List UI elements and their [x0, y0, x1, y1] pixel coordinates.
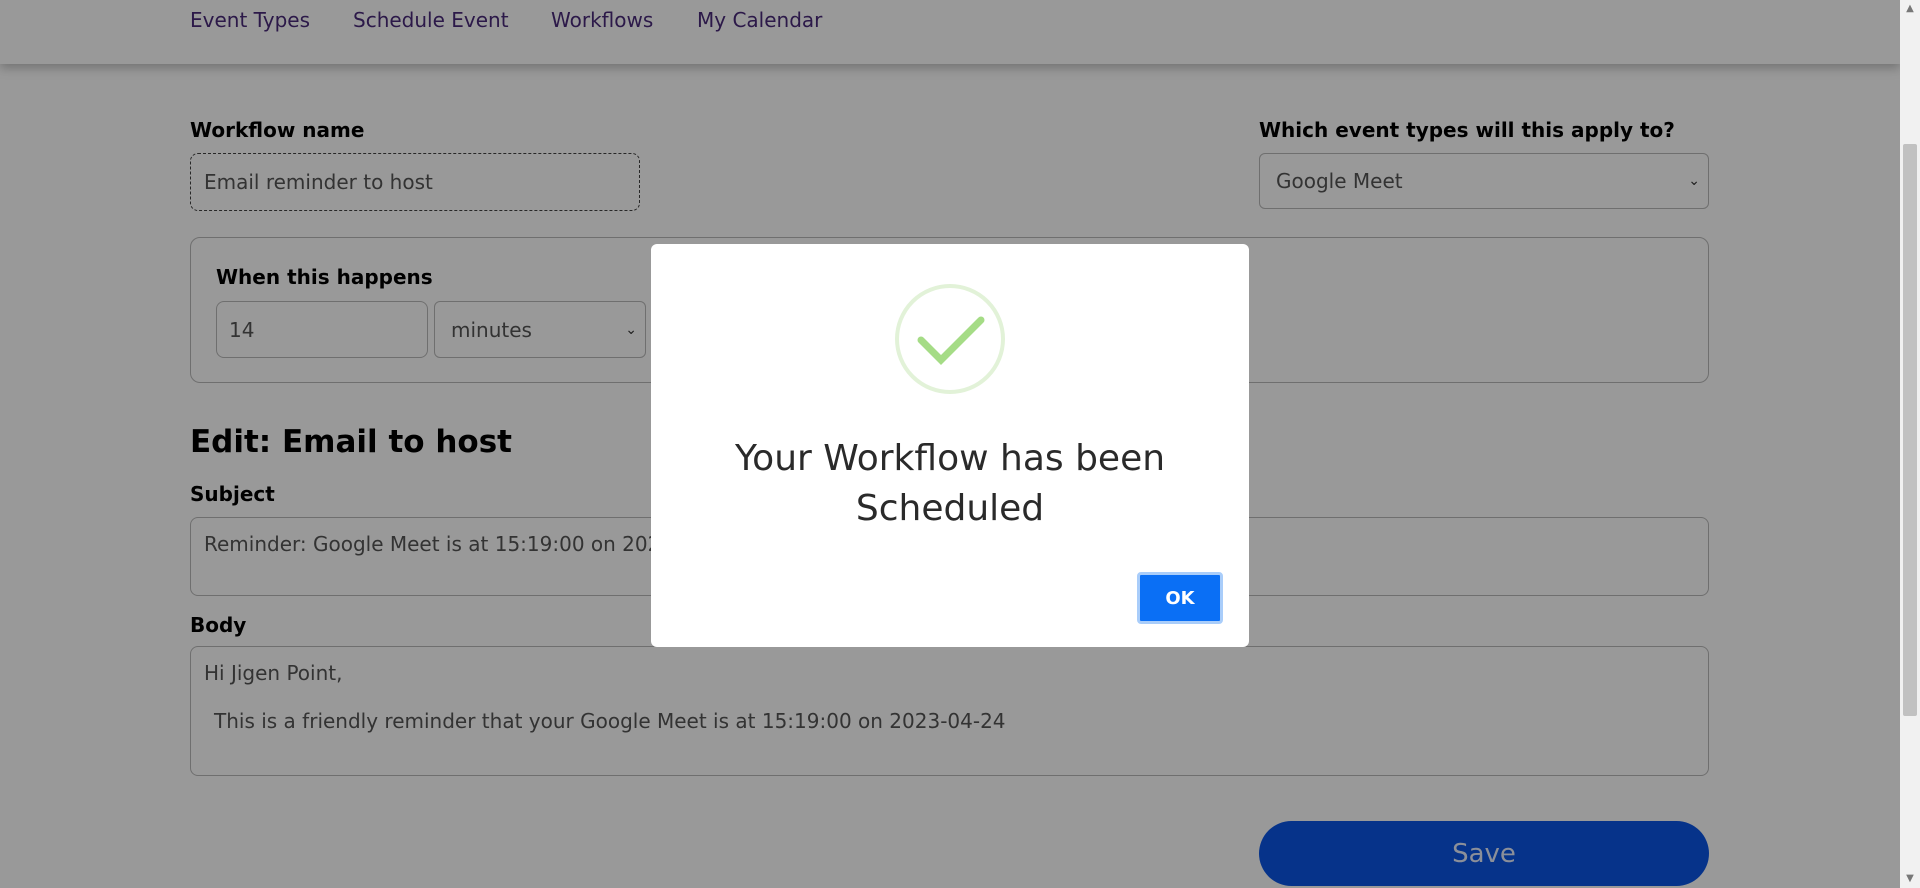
success-modal: Your Workflow has been Scheduled OK: [651, 244, 1249, 647]
scrollbar-thumb[interactable]: [1903, 144, 1917, 716]
check-icon: [917, 316, 985, 365]
ok-button[interactable]: OK: [1137, 572, 1223, 624]
scroll-up-arrow-icon[interactable]: ▲: [1900, 0, 1920, 18]
modal-title: Your Workflow has been Scheduled: [734, 438, 1166, 529]
scroll-down-arrow-icon[interactable]: ▼: [1900, 870, 1920, 888]
success-circle: [895, 284, 1005, 394]
